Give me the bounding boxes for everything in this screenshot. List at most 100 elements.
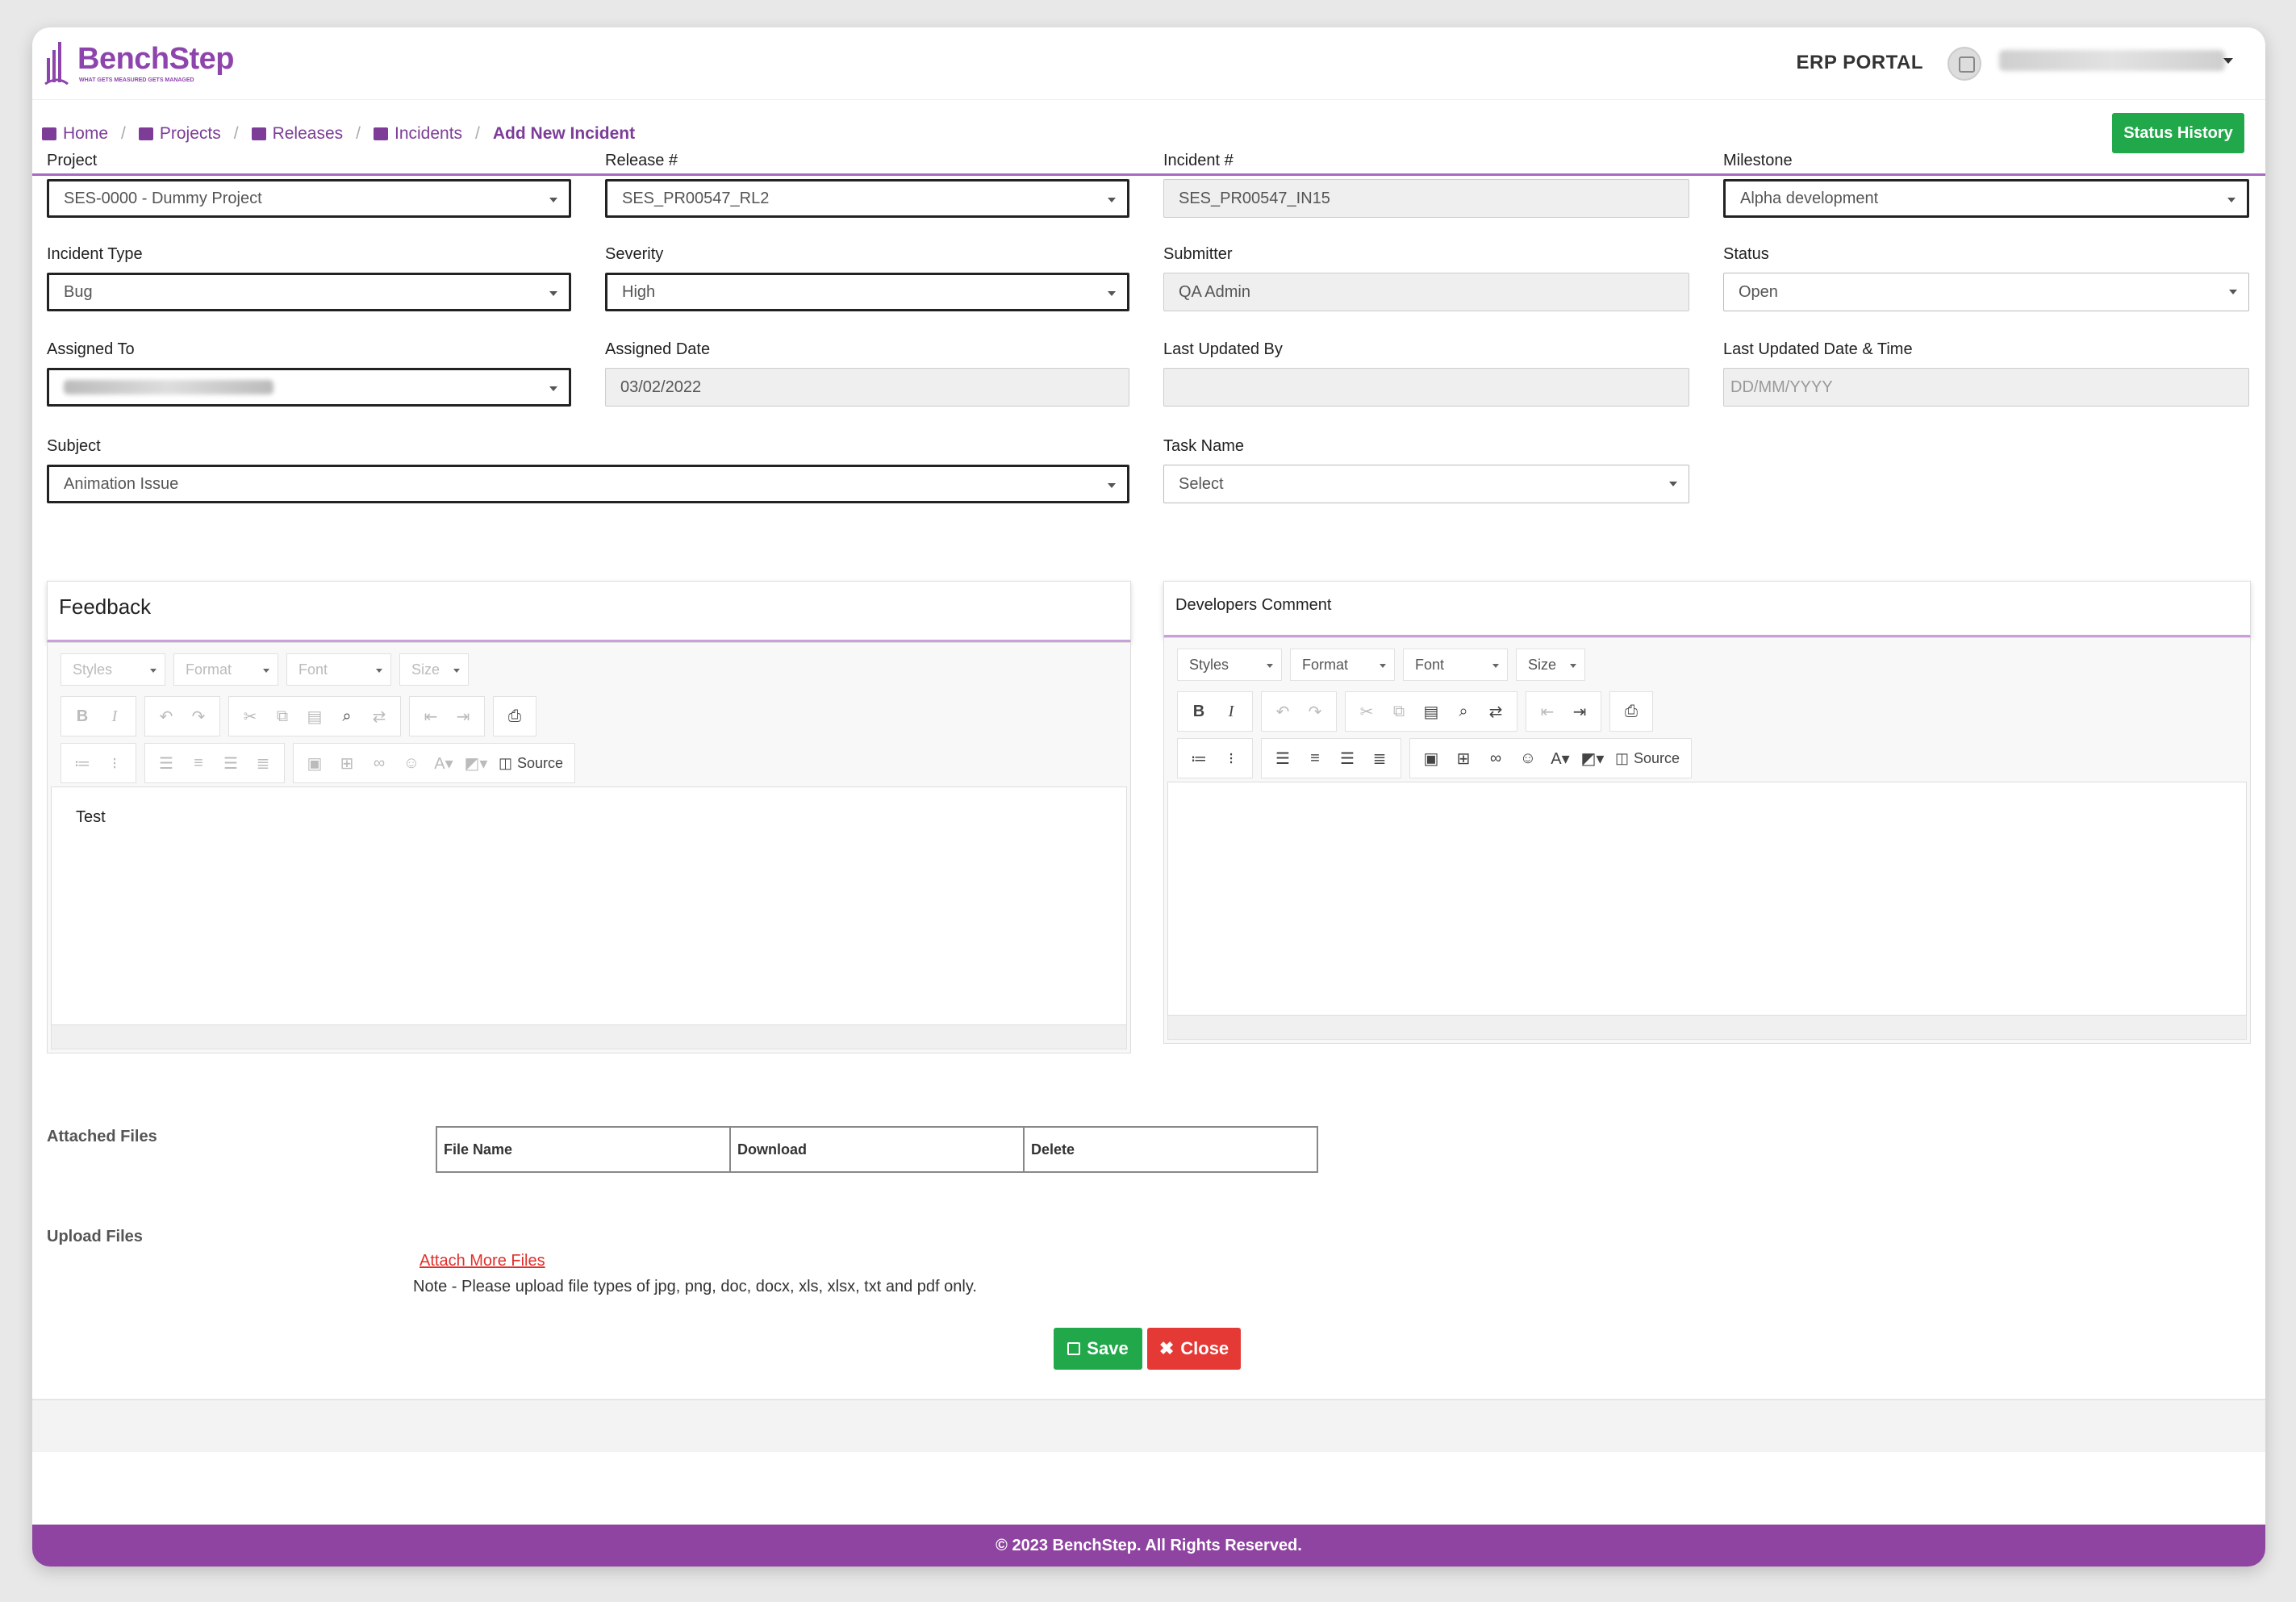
- milestone-select[interactable]: Alpha development: [1723, 179, 2249, 218]
- redo-icon[interactable]: ↷: [182, 700, 215, 732]
- toolbar-group: B I: [61, 696, 136, 736]
- align-center-icon[interactable]: ≡: [1299, 742, 1331, 774]
- feedback-textarea[interactable]: Test: [51, 786, 1127, 1025]
- print-icon[interactable]: ⎙: [1615, 695, 1647, 728]
- toolbar-group: ▣ ⊞ ∞ ☺ A▾ ◩▾ ◫ Source: [1409, 738, 1693, 778]
- incident-type-select[interactable]: Bug: [47, 273, 571, 311]
- indent-icon[interactable]: ⇥: [1563, 695, 1596, 728]
- paste-icon[interactable]: ▤: [1415, 695, 1447, 728]
- developers-comment-resize-handle[interactable]: [1167, 1016, 2247, 1040]
- feedback-editor: Feedback Styles Format Font Size B I ↶ ↷…: [47, 581, 1131, 1053]
- italic-icon[interactable]: I: [1215, 695, 1247, 728]
- smiley-icon[interactable]: ☺: [1512, 742, 1544, 774]
- redo-icon[interactable]: ↷: [1299, 695, 1331, 728]
- styles-dropdown[interactable]: Styles: [61, 653, 165, 686]
- find-icon[interactable]: ⌕: [1447, 695, 1480, 728]
- format-dropdown[interactable]: Format: [1290, 649, 1395, 681]
- release-select[interactable]: SES_PR00547_RL2: [605, 179, 1129, 218]
- bold-icon[interactable]: B: [66, 700, 98, 732]
- subject-select[interactable]: Animation Issue: [47, 465, 1129, 503]
- user-menu-chevron-down-icon[interactable]: [2223, 58, 2233, 64]
- table-icon[interactable]: ⊞: [1447, 742, 1480, 774]
- task-name-select[interactable]: Select: [1163, 465, 1689, 503]
- save-button[interactable]: Save: [1054, 1328, 1142, 1370]
- chevron-down-icon: [549, 198, 557, 202]
- developers-comment-textarea[interactable]: [1167, 782, 2247, 1016]
- breadcrumb-releases[interactable]: Releases: [251, 124, 343, 144]
- outdent-icon[interactable]: ⇤: [1531, 695, 1563, 728]
- text-color-icon[interactable]: A▾: [428, 747, 460, 779]
- portal-title: ERP PORTAL: [1796, 52, 1923, 73]
- attached-files-label: Attached Files: [47, 1128, 157, 1145]
- font-dropdown[interactable]: Font: [286, 653, 391, 686]
- close-button[interactable]: ✖ Close: [1147, 1328, 1241, 1370]
- cut-icon[interactable]: ✂: [1350, 695, 1383, 728]
- numbered-list-icon[interactable]: ≔: [1183, 742, 1215, 774]
- breadcrumb-home[interactable]: Home: [42, 124, 108, 144]
- format-dropdown[interactable]: Format: [173, 653, 278, 686]
- paste-icon[interactable]: ▤: [298, 700, 331, 732]
- upload-files-label: Upload Files: [47, 1228, 143, 1245]
- styles-dropdown[interactable]: Styles: [1177, 649, 1282, 681]
- table-icon[interactable]: ⊞: [331, 747, 363, 779]
- avatar[interactable]: [1947, 47, 1981, 81]
- font-dropdown[interactable]: Font: [1403, 649, 1508, 681]
- bullet-list-icon[interactable]: ⁝: [98, 747, 131, 779]
- breadcrumb-incidents[interactable]: Incidents: [373, 124, 462, 144]
- undo-icon[interactable]: ↶: [150, 700, 182, 732]
- align-right-icon[interactable]: ☰: [1331, 742, 1363, 774]
- find-icon[interactable]: ⌕: [331, 700, 363, 732]
- size-dropdown[interactable]: Size: [1516, 649, 1585, 681]
- replace-icon[interactable]: ⇄: [363, 700, 395, 732]
- incident-input: SES_PR00547_IN15: [1163, 179, 1689, 218]
- source-button[interactable]: ◫ Source: [492, 747, 570, 779]
- subject-label: Subject: [47, 437, 101, 455]
- attach-more-files-link[interactable]: Attach More Files: [420, 1252, 545, 1270]
- source-icon: ◫: [499, 754, 513, 771]
- assigned-date-field: Assigned Date 03/02/2022: [605, 340, 1129, 407]
- assigned-to-value-redacted: [64, 380, 273, 394]
- status-history-button[interactable]: Status History: [2112, 113, 2244, 153]
- source-button[interactable]: ◫ Source: [1609, 742, 1686, 774]
- severity-select[interactable]: High: [605, 273, 1129, 311]
- indent-icon[interactable]: ⇥: [447, 700, 479, 732]
- status-field: Status Open: [1723, 245, 2249, 311]
- submitter-label: Submitter: [1163, 245, 1233, 263]
- copy-icon[interactable]: ⧉: [266, 700, 298, 732]
- align-left-icon[interactable]: ☰: [150, 747, 182, 779]
- project-select[interactable]: SES-0000 - Dummy Project: [47, 179, 571, 218]
- feedback-resize-handle[interactable]: [51, 1025, 1127, 1049]
- outdent-icon[interactable]: ⇤: [415, 700, 447, 732]
- link-icon[interactable]: ∞: [363, 747, 395, 779]
- size-dropdown[interactable]: Size: [399, 653, 469, 686]
- background-color-icon[interactable]: ◩▾: [1576, 742, 1609, 774]
- bold-icon[interactable]: B: [1183, 695, 1215, 728]
- align-right-icon[interactable]: ☰: [215, 747, 247, 779]
- text-color-icon[interactable]: A▾: [1544, 742, 1576, 774]
- align-left-icon[interactable]: ☰: [1267, 742, 1299, 774]
- image-icon[interactable]: ▣: [298, 747, 331, 779]
- justify-icon[interactable]: ≣: [247, 747, 279, 779]
- status-select[interactable]: Open: [1723, 273, 2249, 311]
- copy-icon[interactable]: ⧉: [1383, 695, 1415, 728]
- image-icon[interactable]: ▣: [1415, 742, 1447, 774]
- justify-icon[interactable]: ≣: [1363, 742, 1396, 774]
- incident-label: Incident #: [1163, 152, 1234, 169]
- replace-icon[interactable]: ⇄: [1480, 695, 1512, 728]
- background-color-icon[interactable]: ◩▾: [460, 747, 492, 779]
- undo-icon[interactable]: ↶: [1267, 695, 1299, 728]
- numbered-list-icon[interactable]: ≔: [66, 747, 98, 779]
- bullet-list-icon[interactable]: ⁝: [1215, 742, 1247, 774]
- user-email[interactable]: [1999, 50, 2225, 71]
- print-icon[interactable]: ⎙: [499, 700, 531, 732]
- logo[interactable]: BenchStep WHAT GETS MEASURED GETS MANAGE…: [44, 39, 237, 89]
- cut-icon[interactable]: ✂: [234, 700, 266, 732]
- assigned-to-select[interactable]: [47, 368, 571, 407]
- link-icon[interactable]: ∞: [1480, 742, 1512, 774]
- smiley-icon[interactable]: ☺: [395, 747, 428, 779]
- align-center-icon[interactable]: ≡: [182, 747, 215, 779]
- chevron-down-icon: [549, 386, 557, 391]
- italic-icon[interactable]: I: [98, 700, 131, 732]
- bug-icon: [373, 127, 388, 140]
- breadcrumb-projects[interactable]: Projects: [138, 124, 221, 144]
